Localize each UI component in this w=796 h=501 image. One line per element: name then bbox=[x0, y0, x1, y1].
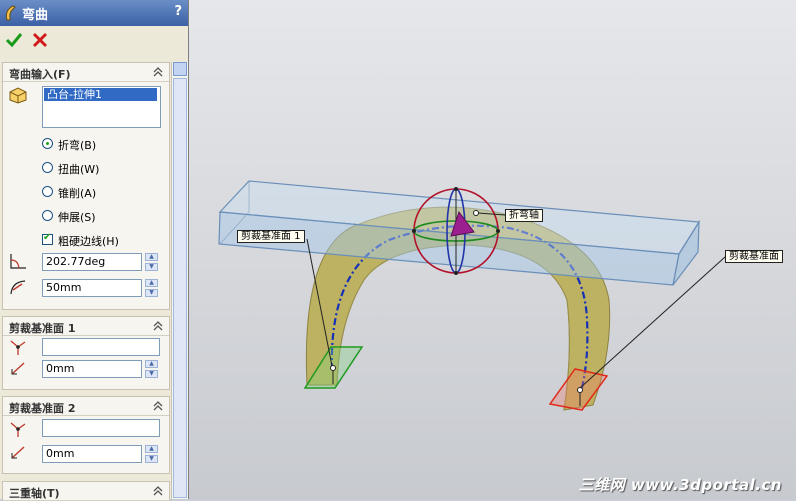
radio-taper-dot[interactable] bbox=[42, 186, 53, 197]
callout-bend-axis[interactable]: 折弯轴 bbox=[505, 209, 543, 222]
reference-point-icon bbox=[10, 422, 26, 437]
trim-plane-1-spinner[interactable]: ▲ ▼ bbox=[145, 360, 158, 378]
radio-twist-label: 扭曲(W) bbox=[58, 163, 100, 176]
scroll-up-button[interactable] bbox=[173, 62, 187, 76]
trim-plane-2-distance[interactable]: 0mm bbox=[42, 445, 142, 463]
angle-icon bbox=[10, 254, 26, 269]
bodies-list[interactable]: 凸台-拉伸1 bbox=[42, 86, 161, 128]
collapse-chevron-icon[interactable] bbox=[151, 484, 165, 498]
triad-group: 三重轴(T) bbox=[2, 481, 170, 501]
radius-icon bbox=[10, 280, 26, 295]
help-button[interactable]: ? bbox=[174, 4, 182, 19]
radio-bend-label: 折弯(B) bbox=[58, 139, 97, 152]
radio-bend-dot[interactable] bbox=[42, 138, 53, 149]
radio-twist-dot[interactable] bbox=[42, 162, 53, 173]
bodies-icon bbox=[9, 87, 27, 104]
panel-title: 弯曲 bbox=[22, 8, 49, 23]
trim-plane-1-reference[interactable] bbox=[42, 338, 160, 356]
angle-input[interactable]: 202.77deg bbox=[42, 253, 142, 271]
bodies-list-item[interactable]: 凸台-拉伸1 bbox=[44, 88, 157, 101]
reference-point-icon bbox=[10, 340, 26, 355]
flex-input-title: 弯曲输入(F) bbox=[9, 68, 71, 81]
model-svg[interactable] bbox=[189, 0, 796, 499]
flex-feature-icon bbox=[5, 5, 16, 21]
trim-plane-2-reference[interactable] bbox=[42, 419, 160, 437]
trim-plane-2-spinner[interactable]: ▲ ▼ bbox=[145, 445, 158, 463]
cancel-x-icon[interactable] bbox=[30, 30, 50, 50]
radius-spinner[interactable]: ▲ ▼ bbox=[145, 279, 158, 297]
radio-stretch[interactable]: 伸展(S) bbox=[42, 208, 172, 224]
trim-plane-1-header[interactable]: 剪裁基准面 1 bbox=[3, 317, 169, 336]
action-row bbox=[0, 26, 188, 56]
graphics-viewport[interactable]: 折弯轴 剪裁基准面 1 剪裁基准面 三维网 www.3dportal.cn bbox=[189, 0, 796, 499]
rigid-edges-label: 粗硬边线(H) bbox=[58, 235, 119, 248]
trim-plane-1-distance[interactable]: 0mm bbox=[42, 360, 142, 378]
radio-taper[interactable]: 锥削(A) bbox=[42, 184, 172, 200]
angle-spinner[interactable]: ▲ ▼ bbox=[145, 253, 158, 271]
trim-plane-2-title: 剪裁基准面 2 bbox=[9, 402, 76, 415]
radius-input[interactable]: 50mm bbox=[42, 279, 142, 297]
panel-scrollbar[interactable] bbox=[171, 62, 188, 499]
radio-stretch-label: 伸展(S) bbox=[58, 211, 96, 224]
ok-check-icon[interactable] bbox=[4, 30, 24, 50]
radio-twist[interactable]: 扭曲(W) bbox=[42, 160, 172, 176]
callout-trim-plane-2[interactable]: 剪裁基准面 bbox=[725, 250, 783, 263]
triad-header[interactable]: 三重轴(T) bbox=[3, 482, 169, 501]
title-bar: 弯曲 ? bbox=[0, 0, 188, 26]
collapse-chevron-icon[interactable] bbox=[151, 65, 165, 79]
rigid-edges-checkbox[interactable]: 粗硬边线(H) bbox=[42, 232, 172, 248]
trim-plane-2-header[interactable]: 剪裁基准面 2 bbox=[3, 397, 169, 416]
trim-plane-1-title: 剪裁基准面 1 bbox=[9, 322, 76, 335]
collapse-chevron-icon[interactable] bbox=[151, 319, 165, 333]
rigid-edges-box[interactable] bbox=[42, 232, 53, 245]
property-manager: 弯曲 ? 弯曲输入(F) 凸台-拉伸1 折弯(B) 扭曲(W) 锥削(A) 伸展… bbox=[0, 0, 189, 501]
radio-stretch-dot[interactable] bbox=[42, 210, 53, 221]
flex-input-header[interactable]: 弯曲输入(F) bbox=[3, 63, 169, 82]
callout-trim-plane-1[interactable]: 剪裁基准面 1 bbox=[237, 230, 305, 243]
watermark: 三维网 www.3dportal.cn bbox=[578, 476, 782, 494]
radio-taper-label: 锥削(A) bbox=[58, 187, 97, 200]
distance-icon bbox=[11, 362, 25, 375]
distance-icon bbox=[11, 446, 25, 459]
collapse-chevron-icon[interactable] bbox=[151, 399, 165, 413]
scroll-thumb[interactable] bbox=[173, 78, 187, 498]
radio-bend[interactable]: 折弯(B) bbox=[42, 136, 172, 152]
